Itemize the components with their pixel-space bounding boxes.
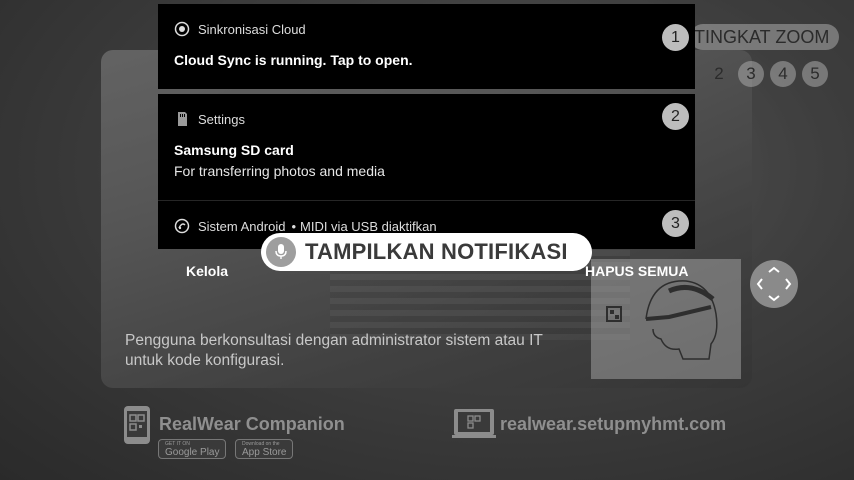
app-store-label: App Store: [242, 447, 287, 458]
notification-app-name: Sinkronisasi Cloud: [198, 21, 306, 37]
notification-number-badge: 2: [662, 103, 689, 130]
notification-detail: MIDI via USB diaktifkan: [300, 218, 437, 234]
notification-header: Sinkronisasi Cloud: [174, 21, 306, 37]
companion-app-info: RealWear Companion: [124, 406, 345, 444]
zoom-level-label[interactable]: TINGKAT ZOOM: [690, 24, 840, 50]
zoom-level-3[interactable]: 3: [738, 61, 764, 87]
companion-app-title: RealWear Companion: [159, 414, 345, 434]
clear-all-button[interactable]: HAPUS SEMUA: [585, 263, 688, 279]
setup-url: realwear.setupmyhmt.com: [500, 414, 727, 434]
zoom-level-2[interactable]: 2: [706, 61, 732, 87]
navigation-arrows-button[interactable]: [750, 260, 798, 308]
notification-app-name: Sistem Android: [198, 218, 286, 234]
zoom-level-5[interactable]: 5: [802, 61, 828, 87]
show-notifications-voice-command[interactable]: TAMPILKAN NOTIFIKASI: [261, 233, 592, 271]
navigation-arrows-icon: [756, 266, 792, 302]
notification-number-badge: 3: [662, 210, 689, 237]
notification-cloud-sync[interactable]: Sinkronisasi Cloud Cloud Sync is running…: [158, 4, 695, 89]
notification-app-name: Settings: [198, 111, 245, 127]
zoom-levels: 2 3 4 5: [706, 61, 828, 87]
phone-qr-icon: [124, 406, 150, 444]
sd-card-icon: [178, 112, 187, 126]
android-system-icon: [174, 218, 190, 234]
voice-command-text: TAMPILKAN NOTIFIKASI: [305, 239, 568, 264]
notification-body: For transferring photos and media: [174, 163, 385, 179]
google-play-badge[interactable]: GET IT ON Google Play: [158, 439, 227, 459]
cloud-sync-icon: [174, 21, 190, 37]
google-play-label: Google Play: [165, 447, 220, 458]
monitor-qr-icon: [452, 409, 496, 438]
notification-header: Sistem Android • MIDI via USB diaktifkan: [174, 218, 437, 234]
notification-title: Samsung SD card: [174, 142, 294, 158]
app-store-badge[interactable]: Download on the App Store: [235, 439, 294, 459]
notification-header: Settings: [174, 111, 245, 127]
notification-number-badge: 1: [662, 24, 689, 51]
configuration-help-text: Pengguna berkonsultasi dengan administra…: [125, 332, 543, 369]
microphone-icon: [266, 237, 296, 267]
manage-button[interactable]: Kelola: [186, 263, 228, 279]
notification-sd-card[interactable]: Settings Samsung SD card For transferrin…: [158, 94, 695, 200]
notification-title: Cloud Sync is running. Tap to open.: [174, 52, 413, 68]
notification-separator: •: [291, 218, 296, 234]
zoom-level-4[interactable]: 4: [770, 61, 796, 87]
